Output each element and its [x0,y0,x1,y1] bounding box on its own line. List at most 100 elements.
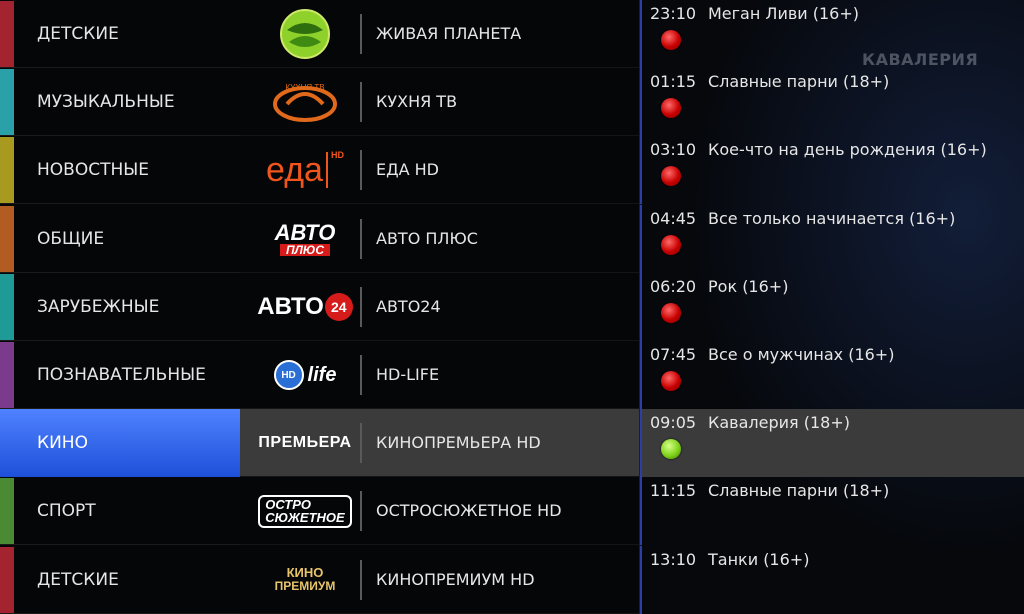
schedule-row-marker [640,545,642,614]
schedule-title: Славные парни (18+) [708,72,890,92]
category-item[interactable]: МУЗЫКАЛЬНЫЕ [0,68,240,137]
channel-column: ЖИВАЯ ПЛАНЕТА КУХНЯ ТВ КУХНЯ ТВ еда HD ЕДА HD… [240,0,640,614]
category-color-strip [0,1,14,67]
schedule-time: 23:10 [650,4,697,23]
channel-divider [360,423,362,464]
ostrosyuzhetnoe-logo: ОСТРО СЮЖЕТНОЕ [250,485,360,537]
schedule-time: 01:15 [650,72,697,92]
category-item[interactable]: ОБЩИЕ [0,205,240,273]
channel-divider [360,82,362,123]
channel-name: КУХНЯ ТВ [376,92,458,112]
schedule-time: 07:45 [650,345,697,364]
category-item[interactable]: ЗАРУБЕЖНЫЕ [0,273,240,341]
schedule-item[interactable]: 04:45 Все только начинается (16+) [640,204,1024,273]
channel-divider [360,150,362,191]
channel-name: ЕДА HD [376,160,439,180]
schedule-column: 23:10 Меган Ливи (16+) 01:15 Славные парни … [640,0,1024,614]
schedule-title: Все только начинается (16+) [708,208,956,228]
channel-name: ОСТРОСЮЖЕТНОЕ HD [376,501,562,521]
schedule-title: Танки (16+) [708,549,810,569]
red-record-dot-icon [661,30,681,50]
eda-hd-logo: еда HD [266,150,344,189]
channel-divider [360,218,362,259]
category-label: СПОРТ [37,501,96,522]
avto-plus-logo: АВТО ПЛЮС [274,219,336,257]
channel-item[interactable]: ПРЕМЬЕРА КИНОПРЕМЬЕРА HD [240,409,640,478]
schedule-time: 11:15 [650,481,697,501]
schedule-row-marker [640,68,642,137]
channel-item[interactable]: ЖИВАЯ ПЛАНЕТА [240,0,640,68]
category-item[interactable]: ДЕТСКИЕ [0,0,240,68]
channel-divider [360,355,362,395]
category-label: ПОЗНАВАТЕЛЬНЫЕ [37,365,206,385]
channel-item[interactable]: КИНО ПРЕМИУМ КИНОПРЕМИУМ HD [240,546,640,614]
green-live-dot-icon [661,439,681,460]
schedule-item[interactable]: 06:20 Рок (16+) [640,272,1024,341]
channel-name: АВТО ПЛЮС [376,228,478,248]
schedule-time: 09:05 [650,413,697,433]
red-record-dot-icon [661,166,681,187]
schedule-time: 13:10 [650,549,697,569]
schedule-title: Кое-что на день рождения (16+) [708,140,987,160]
schedule-row-marker [640,477,642,546]
red-record-dot-icon [661,302,681,323]
channel-name: ЖИВАЯ ПЛАНЕТА [376,24,522,43]
channel-divider [360,14,362,54]
schedule-item[interactable]: 01:15 Славные парни (18+) [640,68,1024,137]
channel-divider [360,286,362,327]
channel-item[interactable]: HD life HD-LIFE [240,341,640,409]
schedule-item[interactable]: 11:15 Славные парни (18+) [640,477,1024,546]
channel-item[interactable]: еда HD ЕДА HD [240,136,640,205]
kuhnya-tv-logo: КУХНЯ ТВ [250,76,360,128]
channel-name: КИНОПРЕМЬЕРА HD [376,433,541,453]
schedule-time: 06:20 [650,276,697,296]
schedule-title: Рок (16+) [708,276,789,296]
avto24-logo: АВТО 24 [250,281,360,333]
channel-divider [360,491,362,532]
schedule-row-marker [640,409,642,478]
schedule-row-marker [640,204,642,273]
category-color-strip [0,546,14,613]
channel-name: КИНОПРЕМИУМ HD [376,569,535,589]
channel-name: АВТО24 [376,296,441,316]
schedule-item[interactable]: 23:10 Меган Ливи (16+) [640,0,1024,68]
red-record-dot-icon [661,371,681,391]
category-color-strip [0,205,14,272]
premiera-logo: ПРЕМЬЕРА [258,434,352,452]
channel-item[interactable]: КУХНЯ ТВ КУХНЯ ТВ [240,68,640,137]
category-item[interactable]: ПОЗНАВАТЕЛЬНЫЕ [0,341,240,409]
channel-item[interactable]: ОСТРО СЮЖЕТНОЕ ОСТРОСЮЖЕТНОЕ HD [240,477,640,546]
category-label: КИНО [37,433,88,454]
category-label: МУЗЫКАЛЬНЫЕ [37,92,175,113]
schedule-item[interactable]: 13:10 Танки (16+) [640,545,1024,614]
category-label: ОБЩИЕ [37,228,105,249]
schedule-item[interactable]: 09:05 Кавалерия (18+) [640,409,1024,478]
schedule-item[interactable]: 03:10 Кое-что на день рождения (16+) [640,136,1024,205]
category-color-strip [0,342,14,408]
svg-text:КУХНЯ ТВ: КУХНЯ ТВ [285,83,324,92]
channel-item[interactable]: АВТО 24 АВТО24 [240,273,640,341]
schedule-time: 03:10 [650,140,697,160]
category-label: НОВОСТНЫЕ [37,160,149,181]
hd-life-logo: HD life [250,349,360,401]
category-item[interactable]: КИНО [0,409,240,478]
red-record-dot-icon [661,98,681,119]
schedule-row-marker [640,341,642,409]
category-item[interactable]: СПОРТ [0,477,240,546]
category-label: ДЕТСКИЕ [37,24,119,44]
category-column: ДЕТСКИЕ МУЗЫКАЛЬНЫЕ НОВОСТНЫЕ ОБЩИЕ ЗАРУБЕЖН… [0,0,240,614]
schedule-title: Все о мужчинах (16+) [708,345,895,364]
schedule-title: Меган Ливи (16+) [708,4,859,23]
category-item[interactable]: НОВОСТНЫЕ [0,136,240,205]
category-item[interactable]: ДЕТСКИЕ [0,546,240,614]
schedule-item[interactable]: 07:45 Все о мужчинах (16+) [640,341,1024,409]
category-label: ЗАРУБЕЖНЫЕ [37,296,160,317]
red-record-dot-icon [661,234,681,255]
channel-item[interactable]: АВТО ПЛЮС АВТО ПЛЮС [240,205,640,273]
category-color-strip [0,273,14,340]
category-color-strip [0,137,14,204]
category-label: ДЕТСКИЕ [37,569,119,590]
channel-divider [360,559,362,600]
schedule-title: Кавалерия (18+) [708,413,850,433]
category-color-strip [0,69,14,136]
